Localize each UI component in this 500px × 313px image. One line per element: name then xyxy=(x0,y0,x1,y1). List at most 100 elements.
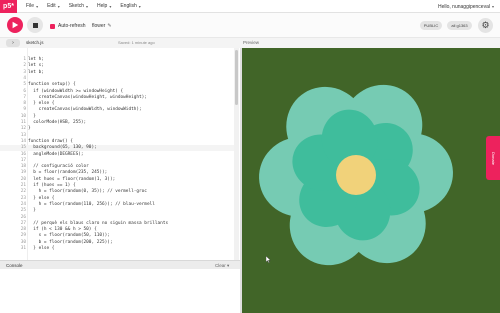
sketch-preview[interactable] xyxy=(242,48,500,313)
code-line[interactable]: 26 xyxy=(0,215,234,221)
menu-sketch-label: Sketch xyxy=(68,3,85,9)
console-output xyxy=(0,269,240,313)
code-line[interactable]: 20 let hues = floor(random(1, 3)); xyxy=(0,177,234,183)
donate-tab[interactable]: Donate xyxy=(486,136,500,180)
line-number: 27 xyxy=(20,220,26,226)
code-text: background(65, 130, 90); xyxy=(28,145,97,151)
code-line[interactable]: 29 s = floor(random(50, 110)); xyxy=(0,233,234,239)
code-text: h = floor(random(110, 256)); // blau-ver… xyxy=(28,201,155,207)
line-number: 9 xyxy=(23,107,26,113)
line-number: 8 xyxy=(23,101,26,107)
code-text: createCanvas(windowWidth, windowWidth); xyxy=(28,107,142,113)
sketch-id-badge[interactable]: all g1363 xyxy=(447,21,472,30)
code-line[interactable]: 14 function draw() { xyxy=(0,139,234,145)
sketch-name[interactable]: flower ✎ xyxy=(92,23,112,29)
code-text: function draw() { xyxy=(28,138,73,144)
code-text: colorMode(HSB, 255); xyxy=(28,120,87,125)
visibility-badge[interactable]: PUBLIC xyxy=(420,21,442,30)
code-text: let b; xyxy=(28,69,44,75)
code-line[interactable]: 9 createCanvas(windowWidth, windowWidth)… xyxy=(0,107,234,113)
code-text: if (windowWidth >= windowHeight) { xyxy=(28,88,124,94)
play-button[interactable] xyxy=(7,17,23,33)
editor-scrollbar[interactable] xyxy=(234,48,239,260)
sketch-id-label: all g1363 xyxy=(451,23,468,28)
chevron-down-icon: ▾ xyxy=(138,3,141,9)
menu-edit[interactable]: Edit ▾ xyxy=(47,3,60,9)
code-line[interactable]: 22 h = floor(random(0, 35)); // vermell-… xyxy=(0,189,234,195)
line-number: 26 xyxy=(20,214,26,220)
console-clear-button[interactable]: Clear ▾ xyxy=(215,263,229,269)
code-line[interactable]: 5 function setup() { xyxy=(0,82,234,88)
code-line[interactable]: 23 } else { xyxy=(0,196,234,202)
mouse-cursor-icon xyxy=(266,256,271,263)
code-line[interactable]: 17 xyxy=(0,158,234,164)
line-number: 23 xyxy=(20,195,26,201)
code-line[interactable]: 10 } xyxy=(0,114,234,120)
code-text: angleMode(DEGREES); xyxy=(28,151,84,157)
code-line[interactable]: 12} xyxy=(0,126,234,132)
code-text: } xyxy=(28,113,36,119)
file-tab[interactable]: sketch.js xyxy=(26,40,44,45)
code-text: createCanvas(windowHeight, windowHeight)… xyxy=(28,94,147,100)
line-number: 20 xyxy=(20,176,26,182)
sidebar-toggle-button[interactable]: › xyxy=(6,39,20,47)
chevron-down-icon: ▾ xyxy=(57,3,60,9)
chevron-down-icon: ▾ xyxy=(86,3,89,9)
editor-header: › sketch.js Saved: 1 minute ago Preview xyxy=(0,38,500,48)
code-line[interactable]: 7 createCanvas(windowHeight, windowHeigh… xyxy=(0,95,234,101)
code-line[interactable]: 16 angleMode(DEGREES); xyxy=(0,152,234,158)
menu-file[interactable]: File ▾ xyxy=(26,3,38,9)
code-text: } else { xyxy=(28,246,55,251)
code-line[interactable]: 2 let s; xyxy=(0,63,234,69)
menu-language[interactable]: English ▾ xyxy=(120,3,140,9)
code-line[interactable]: 31 } else { xyxy=(0,246,234,252)
line-number: 3 xyxy=(23,69,26,75)
code-line[interactable]: 3 let b; xyxy=(0,70,234,76)
code-text: } xyxy=(28,126,31,132)
chevron-down-icon: ▾ xyxy=(227,262,230,268)
code-editor[interactable]: 1 let h; 2 let s; 3 let b; 4 5 function setup() … xyxy=(0,48,240,260)
settings-button[interactable]: ⚙ xyxy=(478,18,493,33)
line-number: 14 xyxy=(20,138,26,144)
line-number: 17 xyxy=(20,157,26,163)
auto-refresh-checkbox[interactable] xyxy=(50,23,55,29)
code-line[interactable]: 27 // perquè els blaus claro no siguin m… xyxy=(0,221,234,227)
sketch-name-label: flower xyxy=(92,23,106,29)
user-menu[interactable]: Hello, nunaggipenceval ▾ xyxy=(438,0,494,13)
code-line[interactable]: 6 if (windowWidth >= windowHeight) { xyxy=(0,89,234,95)
menu-language-label: English xyxy=(120,3,137,9)
line-number: 12 xyxy=(20,126,26,132)
visibility-label: PUBLIC xyxy=(423,23,439,28)
p5-logo[interactable]: p5* xyxy=(0,0,17,13)
line-number: 30 xyxy=(20,239,26,245)
code-line[interactable]: 15 background(65, 130, 90); xyxy=(0,145,234,152)
stop-button[interactable] xyxy=(27,17,43,33)
line-number: 13 xyxy=(20,132,26,138)
scrollbar-thumb[interactable] xyxy=(235,50,238,105)
auto-refresh-toggle[interactable]: Auto-refresh xyxy=(50,23,86,29)
code-text: s = floor(random(50, 110)); xyxy=(28,233,110,239)
code-line[interactable]: 13 xyxy=(0,133,234,139)
line-number: 2 xyxy=(23,63,26,69)
preview-title: Preview xyxy=(243,40,260,45)
chevron-down-icon: ▾ xyxy=(491,4,494,9)
code-text: function setup() { xyxy=(28,82,76,88)
chevron-right-icon: › xyxy=(12,40,14,46)
stop-icon xyxy=(32,22,38,28)
code-line[interactable]: 19 b = floor(random(235, 245)); xyxy=(0,170,234,176)
line-number: 6 xyxy=(23,88,26,94)
code-line[interactable]: 24 h = floor(random(110, 256)); // blau-… xyxy=(0,202,234,208)
line-number: 7 xyxy=(23,94,26,100)
code-line[interactable]: 25 } xyxy=(0,208,234,214)
chevron-down-icon: ▾ xyxy=(36,3,39,9)
menu-help-label: Help xyxy=(97,3,108,9)
code-line[interactable]: 30 b = floor(random(200, 225)); xyxy=(0,240,234,246)
pencil-icon[interactable]: ✎ xyxy=(107,23,111,29)
menu-sketch[interactable]: Sketch ▾ xyxy=(69,3,88,9)
code-line[interactable]: 4 xyxy=(0,76,234,82)
code-text: b = floor(random(235, 245)); xyxy=(28,170,108,176)
menu-help[interactable]: Help ▾ xyxy=(97,3,111,9)
menu-edit-label: Edit xyxy=(47,3,56,9)
line-number: 10 xyxy=(20,113,26,119)
code-line[interactable]: 11 colorMode(HSB, 255); xyxy=(0,120,234,126)
